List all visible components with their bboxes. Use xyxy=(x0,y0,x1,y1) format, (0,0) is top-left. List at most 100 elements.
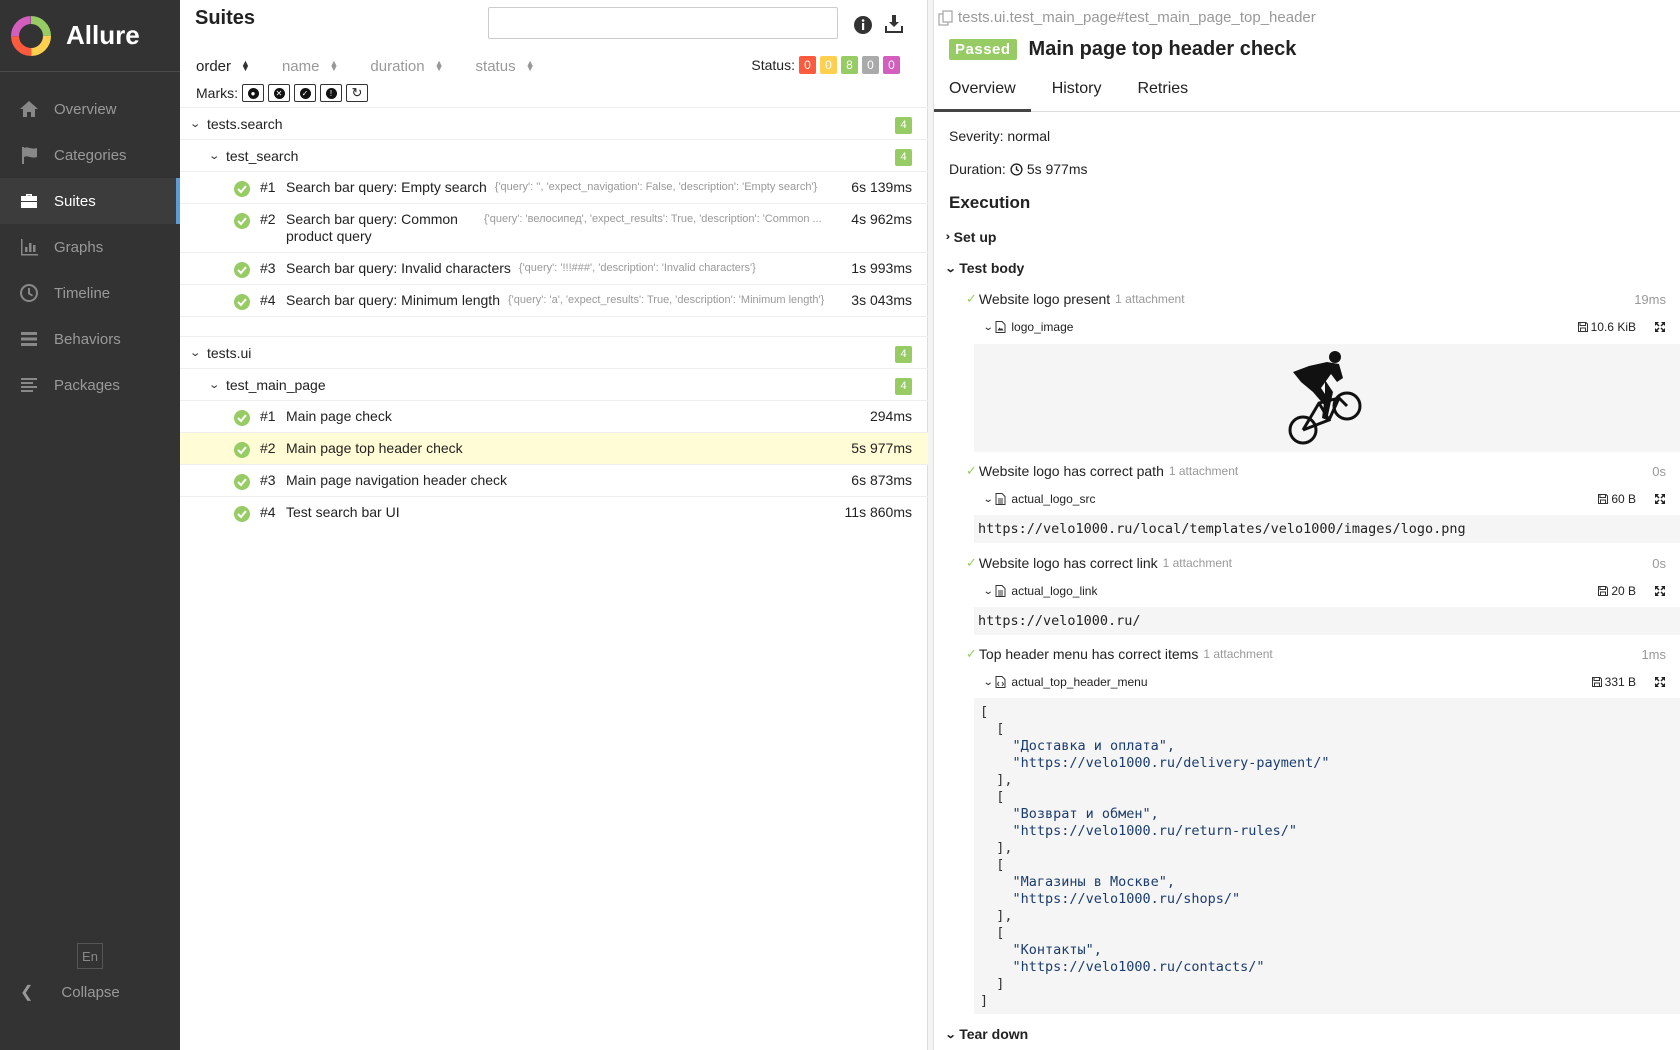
marks-label: Marks: xyxy=(196,85,238,101)
status-filter: Status: 0 0 8 0 0 xyxy=(751,56,900,74)
attachment-count: 1 attachment xyxy=(1115,292,1185,306)
tree-group-tests-ui[interactable]: ⌄ tests.ui 4 xyxy=(180,336,928,368)
setup-section[interactable]: › Set up xyxy=(945,229,996,245)
tree-group-test-main-page[interactable]: ⌄ test_main_page 4 xyxy=(180,368,928,400)
chevron-down-icon: ⌄ xyxy=(982,493,994,505)
chevron-down-icon: ⌄ xyxy=(982,321,994,333)
nav-item-graphs[interactable]: Graphs xyxy=(0,224,180,270)
group-name: tests.search xyxy=(207,115,283,132)
attachment-row[interactable]: ⌄ actual_top_header_menu 331 B xyxy=(983,675,1666,689)
new-failed-mark-toggle[interactable]: ✕ xyxy=(268,84,290,102)
flaky-mark-toggle[interactable]: ● xyxy=(242,84,264,102)
nav-item-behaviors[interactable]: Behaviors xyxy=(0,316,180,362)
new-passed-mark-toggle[interactable]: ✓ xyxy=(294,84,316,102)
test-duration: 294ms xyxy=(869,408,912,424)
copy-icon[interactable] xyxy=(938,9,954,26)
json-line: [ xyxy=(980,789,1005,805)
passed-check-icon xyxy=(234,294,250,310)
tab-retries[interactable]: Retries xyxy=(1122,76,1203,112)
status-failed-toggle[interactable]: 0 xyxy=(799,56,816,74)
count-badge: 4 xyxy=(895,346,912,363)
attachment-row[interactable]: ⌄ actual_logo_link 20 B xyxy=(983,584,1666,598)
bomb-icon: ● xyxy=(247,87,259,99)
tab-history[interactable]: History xyxy=(1037,76,1117,112)
json-line: "Магазины в Москве", xyxy=(980,874,1176,890)
status-label: Status: xyxy=(751,57,795,73)
duration: Duration: 5s 977ms xyxy=(949,161,1088,177)
nav-item-overview[interactable]: Overview xyxy=(0,86,180,132)
json-line: ] xyxy=(980,993,989,1009)
step-row[interactable]: ✓ Website logo has correct path 1 attach… xyxy=(966,463,1666,479)
test-duration: 4s 962ms xyxy=(851,211,912,227)
brand[interactable]: Allure xyxy=(0,0,180,72)
test-row[interactable]: #2 Search bar query: Common product quer… xyxy=(180,203,928,252)
test-row-selected[interactable]: #2 Main page top header check 5s 977ms xyxy=(180,432,928,464)
status-passed-toggle[interactable]: 8 xyxy=(841,56,858,74)
test-duration: 6s 139ms xyxy=(851,179,912,195)
detail-tabs: Overview History Retries xyxy=(934,76,1680,112)
test-row[interactable]: #3 Search bar query: Invalid characters … xyxy=(180,252,928,284)
attachment-content: https://velo1000.ru/local/templates/velo… xyxy=(978,521,1466,537)
clock-icon xyxy=(18,282,40,304)
expand-icon[interactable] xyxy=(1654,493,1666,505)
info-icon[interactable] xyxy=(852,14,874,36)
expand-icon[interactable] xyxy=(1654,676,1666,688)
attachment-size: 10.6 KiB xyxy=(1577,320,1636,334)
sort-order[interactable]: order ▲ ▼ xyxy=(196,58,250,75)
retries-mark-toggle[interactable]: ↻ xyxy=(346,84,368,102)
test-number: #2 xyxy=(260,211,276,227)
sort-label: status xyxy=(475,57,516,75)
language-switch[interactable]: En xyxy=(77,943,103,969)
step-row[interactable]: ✓ Website logo present 1 attachment 19ms xyxy=(966,291,1666,307)
test-row[interactable]: #3 Main page navigation header check 6s … xyxy=(180,464,928,496)
step-row[interactable]: ✓ Website logo has correct link 1 attach… xyxy=(966,555,1666,571)
test-body-section[interactable]: ⌄ Test body xyxy=(945,260,1025,276)
sort-arrows-icon: ▲ ▼ xyxy=(329,58,339,73)
json-line: ], xyxy=(980,772,1013,788)
test-number: #2 xyxy=(260,440,276,456)
chevron-down-icon: ⌄ xyxy=(208,150,221,162)
nav-item-timeline[interactable]: Timeline xyxy=(0,270,180,316)
test-name: Search bar query: Invalid characters xyxy=(286,260,511,276)
json-line: "Возврат и обмен", xyxy=(980,806,1159,822)
status-skipped-toggle[interactable]: 0 xyxy=(862,56,879,74)
attachment-size-value: 331 B xyxy=(1604,675,1636,689)
tree-group-test-search[interactable]: ⌄ test_search 4 xyxy=(180,139,928,171)
search-input[interactable] xyxy=(488,7,838,39)
tree-group-tests-search[interactable]: ⌄ tests.search 4 xyxy=(180,107,928,139)
download-icon[interactable] xyxy=(882,12,906,36)
attachment-row[interactable]: ⌄ actual_logo_src 60 B xyxy=(982,492,1666,506)
test-number: #3 xyxy=(260,260,276,276)
group-name: test_main_page xyxy=(226,376,326,393)
json-line: "https://velo1000.ru/shops/" xyxy=(980,891,1241,907)
bar-chart-icon xyxy=(18,236,40,258)
title-row: Passed Main page top header check xyxy=(949,38,1296,61)
tab-overview[interactable]: Overview xyxy=(934,76,1031,112)
test-row[interactable]: #4 Test search bar UI 11s 860ms xyxy=(180,496,928,528)
expand-icon[interactable] xyxy=(1654,321,1666,333)
sort-arrows-icon: ▲ ▼ xyxy=(525,58,535,73)
teardown-section[interactable]: ⌄ Tear down xyxy=(945,1026,1029,1042)
collapse-button[interactable]: ❮ Collapse xyxy=(20,982,120,1002)
status-unknown-toggle[interactable]: 0 xyxy=(883,56,900,74)
execution-title: Execution xyxy=(949,193,1031,212)
sort-status[interactable]: status ▲ ▼ xyxy=(476,58,535,75)
test-row[interactable]: #1 Search bar query: Empty search {'quer… xyxy=(180,171,928,203)
sort-name[interactable]: name ▲ ▼ xyxy=(282,58,338,75)
attachment-row[interactable]: ⌄ logo_image 10.6 KiB xyxy=(982,320,1666,334)
flag-icon xyxy=(18,144,40,166)
test-row[interactable]: #1 Main page check 294ms xyxy=(180,400,928,432)
group-name: test_search xyxy=(226,147,299,164)
sort-duration[interactable]: duration ▲ ▼ xyxy=(370,58,443,75)
file-code-icon xyxy=(995,676,1006,688)
file-text-icon xyxy=(995,493,1006,505)
nav-item-categories[interactable]: Categories xyxy=(0,132,180,178)
nav-item-packages[interactable]: Packages xyxy=(0,362,180,408)
test-row[interactable]: #4 Search bar query: Minimum length {'qu… xyxy=(180,284,928,316)
status-broken-toggle[interactable]: 0 xyxy=(820,56,837,74)
expand-icon[interactable] xyxy=(1654,585,1666,597)
step-row[interactable]: ✓ Top header menu has correct items 1 at… xyxy=(966,646,1666,662)
test-params: {'query': '', 'expect_navigation': False… xyxy=(494,181,818,193)
new-broken-mark-toggle[interactable]: ! xyxy=(320,84,342,102)
nav-item-suites[interactable]: Suites xyxy=(0,178,180,224)
